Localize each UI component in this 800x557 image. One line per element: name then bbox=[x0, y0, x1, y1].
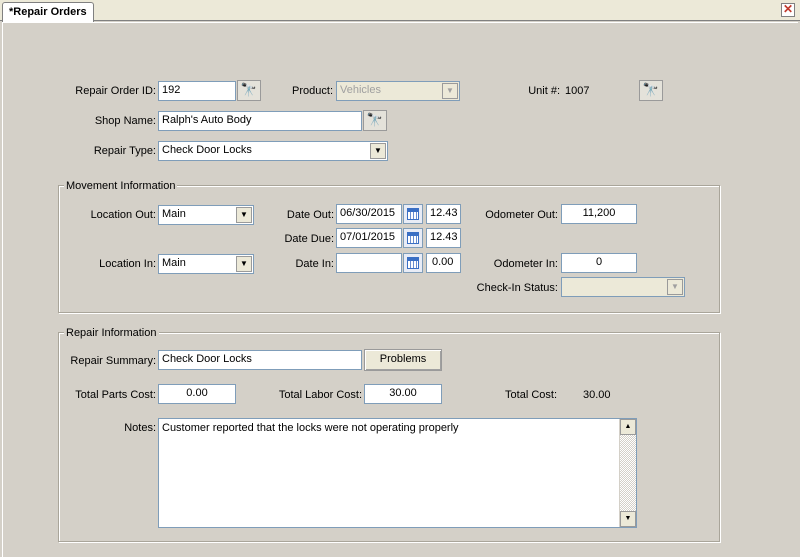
notes-label: Notes: bbox=[124, 422, 156, 434]
shop-name-input[interactable]: Ralph's Auto Body bbox=[158, 111, 362, 131]
scroll-track[interactable] bbox=[620, 435, 636, 511]
repair-order-id-label: Repair Order ID: bbox=[75, 85, 156, 97]
date-out-label: Date Out: bbox=[286, 209, 334, 221]
total-labor-cost-input[interactable]: 30.00 bbox=[364, 384, 442, 404]
movement-information-title: Movement Information bbox=[64, 180, 178, 192]
odometer-in-label: Odometer In: bbox=[493, 258, 558, 270]
location-in-select[interactable]: Main ▼ bbox=[158, 254, 254, 274]
repair-type-label: Repair Type: bbox=[93, 145, 156, 157]
problems-button[interactable]: Problems bbox=[364, 349, 442, 371]
chevron-down-icon: ▼ bbox=[236, 207, 252, 223]
checkin-status-select[interactable]: ▼ bbox=[561, 277, 685, 297]
tab-repair-orders[interactable]: *Repair Orders bbox=[2, 2, 94, 22]
checkin-status-label: Check-In Status: bbox=[476, 282, 558, 294]
shop-name-label: Shop Name: bbox=[94, 115, 156, 127]
scroll-up-icon[interactable]: ▲ bbox=[620, 419, 636, 435]
unit-label: Unit #: bbox=[528, 85, 560, 97]
notes-text: Customer reported that the locks were no… bbox=[162, 422, 459, 434]
chevron-down-icon: ▼ bbox=[442, 83, 458, 99]
scroll-down-icon[interactable]: ▼ bbox=[620, 511, 636, 527]
tab-bar: *Repair Orders ✕ bbox=[0, 0, 800, 22]
date-in-calendar-button[interactable] bbox=[403, 253, 423, 273]
repair-order-id-input[interactable]: 192 bbox=[158, 81, 236, 101]
repair-summary-label: Repair Summary: bbox=[70, 355, 156, 367]
location-out-label: Location Out: bbox=[90, 209, 156, 221]
calendar-icon bbox=[407, 257, 419, 269]
binoculars-icon: 🔭 bbox=[642, 82, 660, 97]
total-labor-cost-label: Total Labor Cost: bbox=[278, 389, 362, 401]
shop-lookup-button[interactable]: 🔭 bbox=[363, 110, 387, 131]
odometer-in-input[interactable]: 0 bbox=[561, 253, 637, 273]
date-out-input[interactable]: 06/30/2015 bbox=[336, 204, 402, 224]
product-label: Product: bbox=[292, 85, 333, 97]
chevron-down-icon: ▼ bbox=[236, 256, 252, 272]
time-out-input[interactable]: 12.43 bbox=[426, 204, 461, 224]
repair-type-value: Check Door Locks bbox=[162, 144, 252, 156]
location-in-value: Main bbox=[162, 257, 186, 269]
date-in-label: Date In: bbox=[295, 258, 334, 270]
date-due-label: Date Due: bbox=[284, 233, 334, 245]
odometer-out-input[interactable]: 11,200 bbox=[561, 204, 637, 224]
repair-information-title: Repair Information bbox=[64, 327, 159, 339]
odometer-out-label: Odometer Out: bbox=[485, 209, 558, 221]
product-select[interactable]: Vehicles ▼ bbox=[336, 81, 460, 101]
calendar-icon bbox=[407, 232, 419, 244]
notes-scrollbar[interactable]: ▲ ▼ bbox=[619, 419, 636, 527]
total-cost-value: 30.00 bbox=[583, 389, 611, 401]
location-out-value: Main bbox=[162, 208, 186, 220]
chevron-down-icon: ▼ bbox=[667, 279, 683, 295]
repair-order-lookup-button[interactable]: 🔭 bbox=[237, 80, 261, 101]
problems-button-label: Problems bbox=[379, 353, 427, 365]
time-in-input[interactable]: 0.00 bbox=[426, 253, 461, 273]
date-in-input[interactable] bbox=[336, 253, 402, 273]
date-due-input[interactable]: 07/01/2015 bbox=[336, 228, 402, 248]
calendar-icon bbox=[407, 208, 419, 220]
unit-lookup-button[interactable]: 🔭 bbox=[639, 80, 663, 101]
location-in-label: Location In: bbox=[99, 258, 156, 270]
location-out-select[interactable]: Main ▼ bbox=[158, 205, 254, 225]
notes-textarea[interactable]: Customer reported that the locks were no… bbox=[158, 418, 637, 528]
total-parts-cost-label: Total Parts Cost: bbox=[75, 389, 156, 401]
product-value: Vehicles bbox=[340, 84, 381, 96]
chevron-down-icon: ▼ bbox=[370, 143, 386, 159]
repair-type-select[interactable]: Check Door Locks ▼ bbox=[158, 141, 388, 161]
binoculars-icon: 🔭 bbox=[240, 82, 258, 97]
total-parts-cost-input[interactable]: 0.00 bbox=[158, 384, 236, 404]
total-cost-label: Total Cost: bbox=[505, 389, 557, 401]
repair-summary-input[interactable]: Check Door Locks bbox=[158, 350, 362, 370]
date-out-calendar-button[interactable] bbox=[403, 204, 423, 224]
unit-value: 1007 bbox=[565, 85, 590, 97]
date-due-calendar-button[interactable] bbox=[403, 228, 423, 248]
time-due-input[interactable]: 12.43 bbox=[426, 228, 461, 248]
close-icon[interactable]: ✕ bbox=[781, 3, 795, 17]
binoculars-icon: 🔭 bbox=[366, 112, 384, 127]
